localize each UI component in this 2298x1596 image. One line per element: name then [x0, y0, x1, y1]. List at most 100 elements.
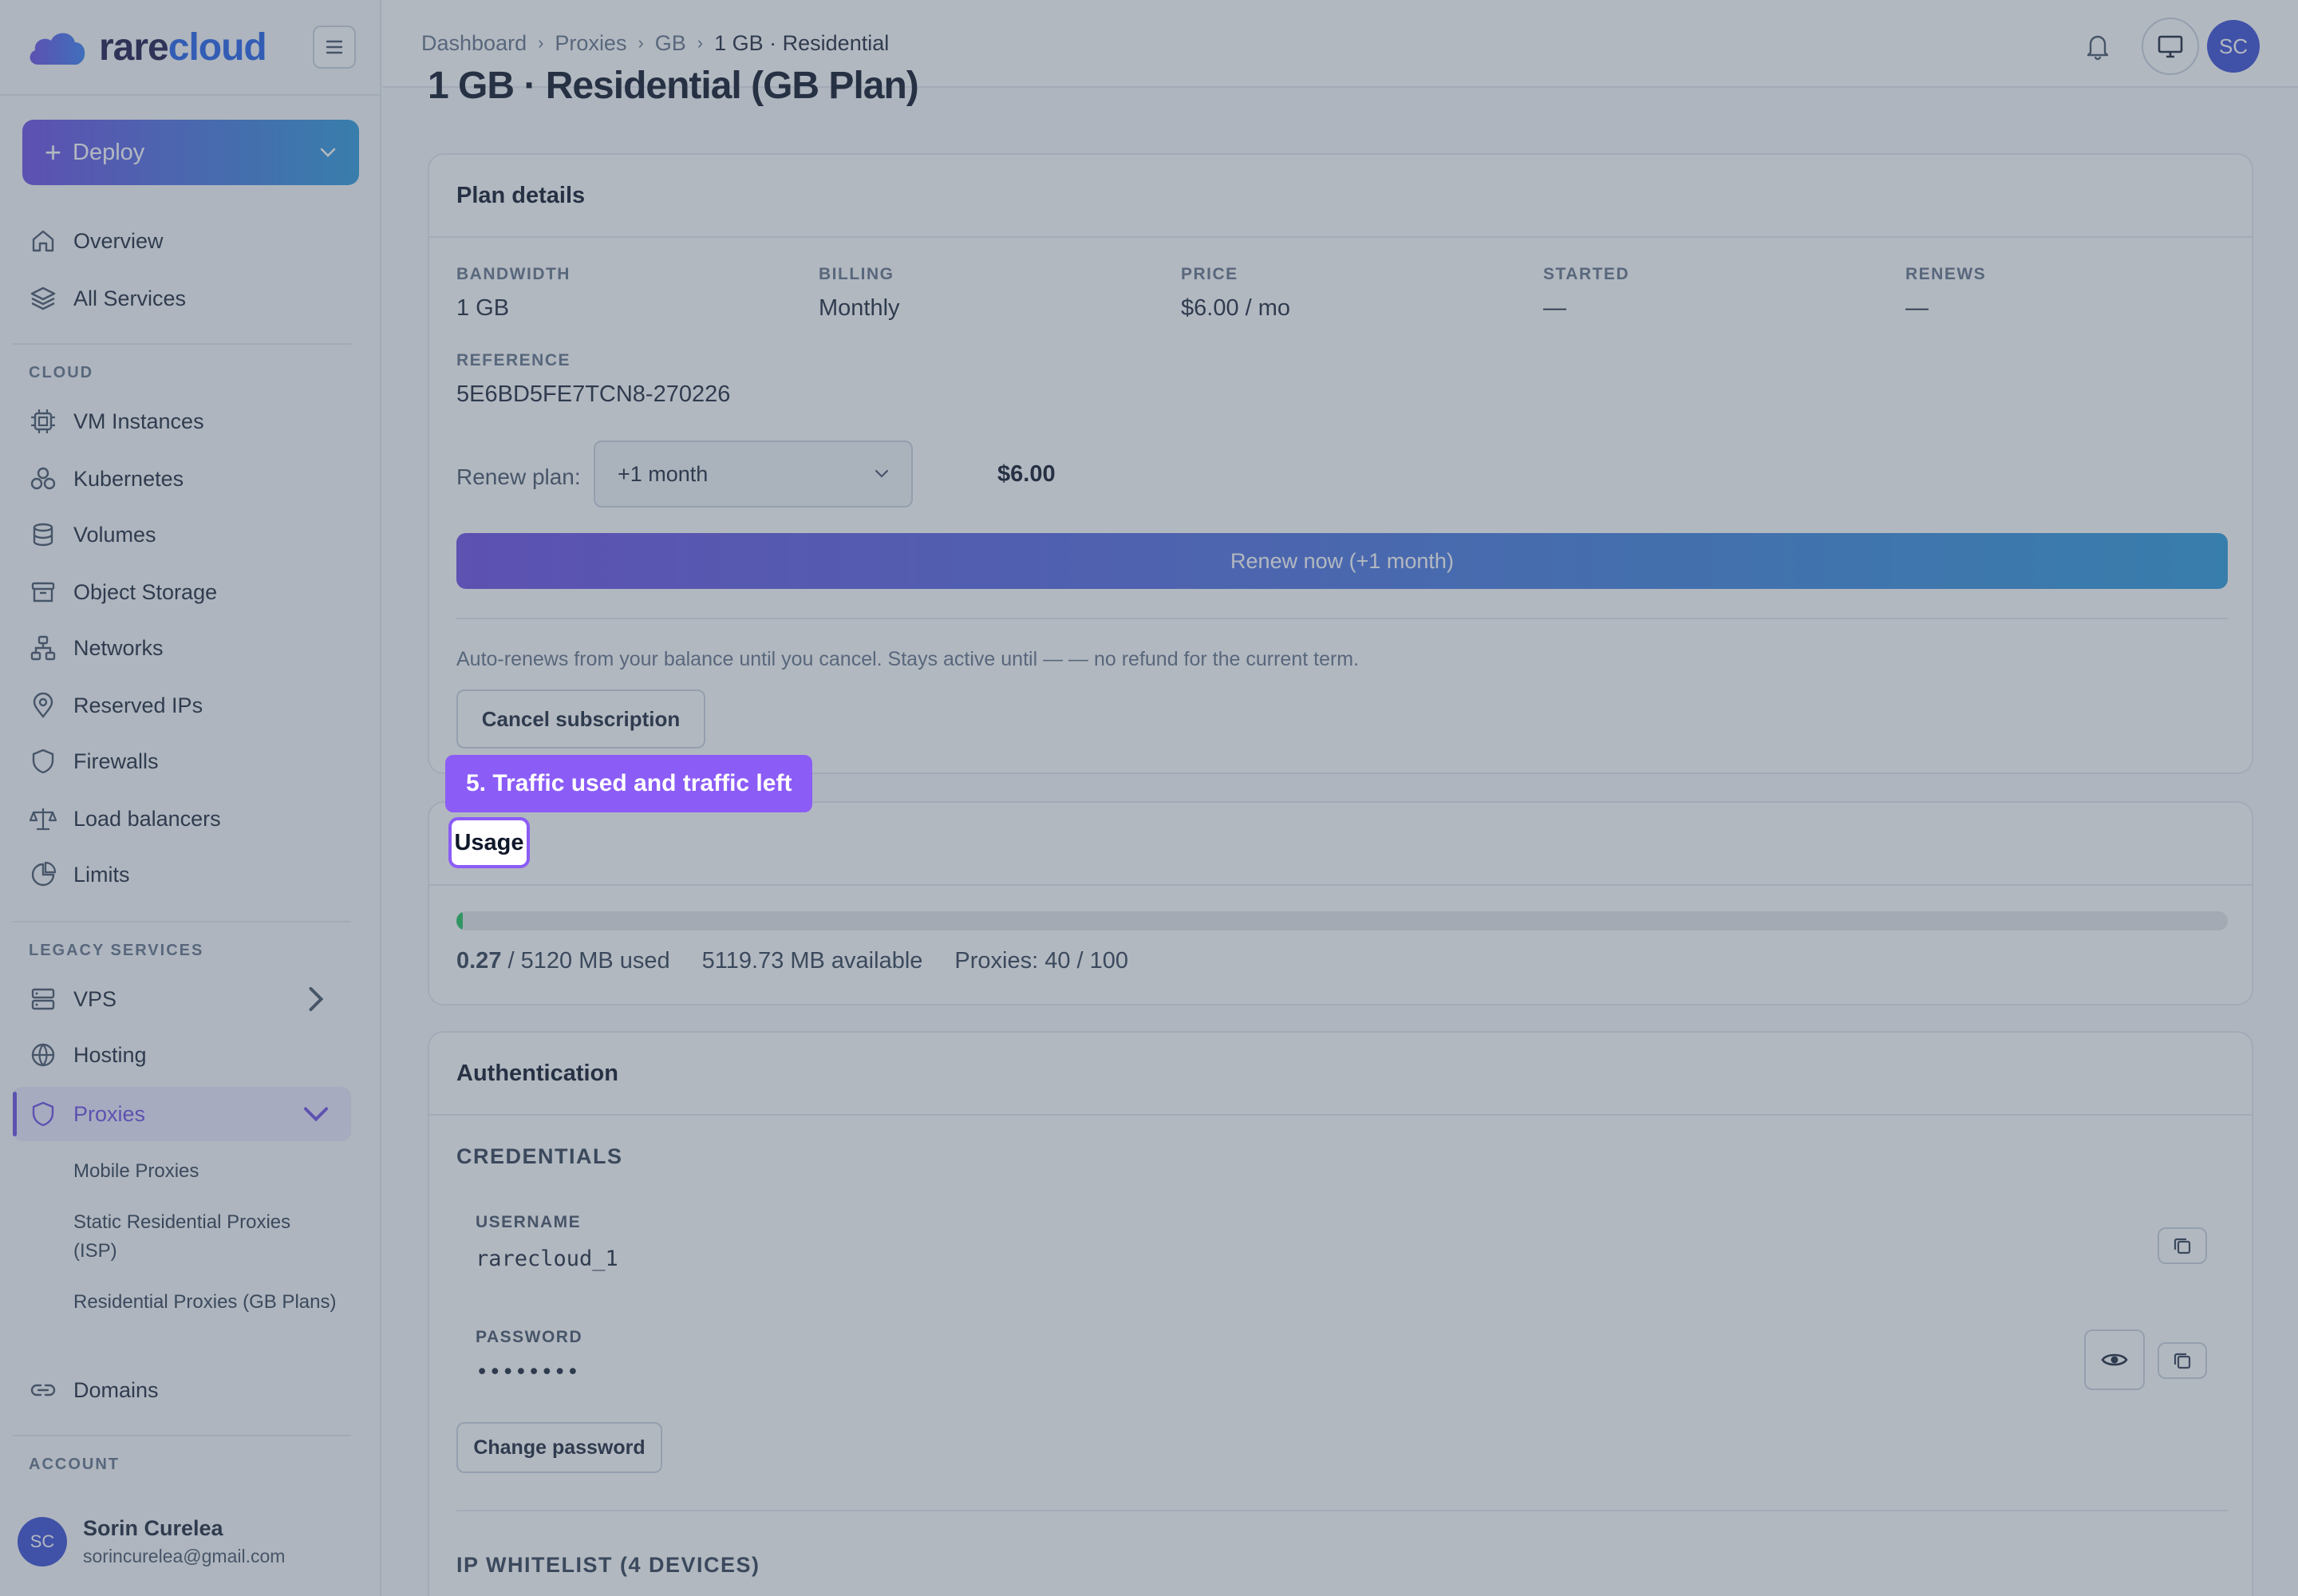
divider: [13, 921, 351, 922]
cloud-logo-icon: [27, 26, 88, 68]
field-reference: REFERENCE 5E6BD5FE7TCN8-270226: [456, 351, 730, 408]
renew-period-select[interactable]: +1 month: [594, 440, 913, 508]
network-icon: [30, 635, 56, 661]
divider: [13, 343, 351, 345]
field-label: BILLING: [819, 265, 894, 283]
change-password-button[interactable]: Change password: [456, 1422, 662, 1473]
sidebar-item-label: Firewalls: [73, 749, 159, 773]
sidebar-item-vm-instances[interactable]: VM Instances: [16, 397, 351, 445]
copy-password-button[interactable]: [2158, 1342, 2207, 1379]
password-label: PASSWORD: [476, 1328, 583, 1346]
ip-whitelist-heading: IP WHITELIST (4 DEVICES): [456, 1553, 760, 1577]
field-label: RENEWS: [1905, 265, 1987, 283]
cpu-icon: [31, 409, 55, 433]
sidebar-item-all-services[interactable]: All Services: [16, 275, 351, 322]
sidebar-item-label: Kubernetes: [73, 466, 184, 491]
usage-card: 0.27 / 5120 MB used 5119.73 MB available…: [428, 801, 2253, 1005]
user-email: sorincurelea@gmail.com: [83, 1546, 286, 1566]
password-value: ••••••••: [476, 1360, 580, 1385]
section-label-cloud: CLOUD: [29, 364, 94, 381]
tour-highlight-usage: Usage: [448, 817, 530, 868]
logo-text-cloud: cloud: [168, 26, 267, 69]
divider: [456, 618, 2228, 619]
scale-icon: [29, 808, 57, 831]
breadcrumb-separator: ›: [638, 33, 644, 53]
brand-logo[interactable]: rarecloud: [99, 26, 267, 69]
field-started: STARTED —: [1543, 265, 1629, 322]
breadcrumb-separator: ›: [538, 33, 544, 53]
notifications-button[interactable]: [2078, 26, 2118, 66]
field-label: STARTED: [1543, 265, 1630, 283]
sidebar-item-label: Overview: [73, 228, 164, 253]
chevron-right-icon: [309, 986, 324, 1012]
sidebar-item-label: All Services: [73, 286, 187, 310]
chevron-down-icon: [320, 148, 336, 157]
auto-renew-note: Auto-renews from your balance until you …: [456, 648, 1360, 670]
field-renews: RENEWS —: [1905, 265, 1986, 322]
avatar[interactable]: SC: [2207, 20, 2260, 73]
sidebar-item-object-storage[interactable]: Object Storage: [16, 568, 351, 616]
breadcrumb-current: 1 GB · Residential: [714, 30, 890, 55]
sidebar-item-load-balancers[interactable]: Load balancers: [16, 795, 351, 843]
sidebar: rarecloud + Deploy Overview All Services…: [0, 0, 381, 1596]
sidebar-item-label: Load balancers: [73, 806, 221, 831]
username-label: USERNAME: [476, 1213, 582, 1231]
show-password-button[interactable]: [2084, 1329, 2145, 1390]
bell-icon: [2087, 35, 2109, 61]
sidebar-item-firewalls[interactable]: Firewalls: [16, 737, 351, 785]
cancel-subscription-button[interactable]: Cancel subscription: [456, 689, 705, 749]
used-amount: 0.27: [456, 948, 502, 974]
sidebar-item-label: Limits: [73, 862, 130, 887]
copy-username-button[interactable]: [2158, 1227, 2207, 1264]
breadcrumb-gb[interactable]: GB: [655, 31, 686, 56]
field-bandwidth: BANDWIDTH 1 GB: [456, 265, 571, 322]
deploy-label: Deploy: [73, 139, 145, 165]
logo-text-rare: rare: [99, 26, 169, 69]
layers-icon: [30, 286, 56, 310]
sidebar-item-overview[interactable]: Overview: [16, 217, 351, 265]
sidebar-toggle-button[interactable]: [313, 26, 356, 69]
display-mode-button[interactable]: [2142, 18, 2199, 75]
sidebar-item-kubernetes[interactable]: Kubernetes: [16, 455, 351, 503]
field-price: PRICE $6.00 / mo: [1181, 265, 1290, 322]
sidebar-item-volumes[interactable]: Volumes: [16, 511, 351, 559]
renew-now-button[interactable]: Renew now (+1 month): [456, 533, 2228, 589]
avatar: SC: [18, 1517, 67, 1566]
field-value: —: [1543, 295, 1566, 321]
home-icon: [32, 230, 54, 252]
user-profile[interactable]: SC Sorin Curelea sorincurelea@gmail.com: [18, 1516, 285, 1567]
page-title: 1 GB · Residential (GB Plan): [428, 65, 919, 107]
breadcrumb: Dashboard › Proxies › GB › 1 GB · Reside…: [421, 31, 889, 56]
sidebar-item-networks[interactable]: Networks: [16, 624, 351, 672]
copy-icon: [2174, 1353, 2191, 1369]
username-value: rarecloud_1: [476, 1246, 618, 1271]
logo-row: rarecloud: [0, 0, 380, 96]
chevron-down-icon: [303, 1107, 329, 1122]
sidebar-subitem-residential-gb[interactable]: Residential Proxies (GB Plans): [73, 1288, 337, 1317]
sidebar-item-reserved-ips[interactable]: Reserved IPs: [16, 681, 351, 729]
sidebar-item-label: Domains: [73, 1377, 159, 1402]
sidebar-item-hosting[interactable]: Hosting: [16, 1031, 351, 1079]
field-value: —: [1905, 295, 1929, 321]
authentication-card: Authentication CREDENTIALS USERNAME rare…: [428, 1031, 2253, 1596]
sidebar-item-vps[interactable]: VPS: [16, 975, 351, 1023]
sidebar-subitem-mobile-proxies[interactable]: Mobile Proxies: [73, 1157, 337, 1186]
sidebar-item-limits[interactable]: Limits: [16, 851, 351, 899]
renew-price: $6.00: [997, 461, 1056, 487]
field-label: PRICE: [1181, 265, 1238, 283]
field-value: 1 GB: [456, 295, 510, 321]
breadcrumb-dashboard[interactable]: Dashboard: [421, 31, 527, 56]
usage-progress-bar: [456, 911, 2228, 930]
sidebar-item-label: Networks: [73, 635, 164, 660]
map-pin-icon: [33, 692, 53, 718]
breadcrumb-proxies[interactable]: Proxies: [555, 31, 626, 56]
section-label-account: ACCOUNT: [29, 1456, 120, 1473]
sidebar-item-label: Reserved IPs: [73, 693, 203, 717]
deploy-button[interactable]: + Deploy: [22, 120, 359, 185]
usage-progress-fill: [456, 911, 463, 930]
shield-icon: [32, 749, 54, 774]
sidebar-subitem-static-residential[interactable]: Static Residential Proxies (ISP): [73, 1208, 337, 1266]
field-billing: BILLING Monthly: [819, 265, 900, 322]
sidebar-item-proxies[interactable]: Proxies: [13, 1087, 351, 1141]
sidebar-item-domains[interactable]: Domains: [16, 1366, 351, 1414]
